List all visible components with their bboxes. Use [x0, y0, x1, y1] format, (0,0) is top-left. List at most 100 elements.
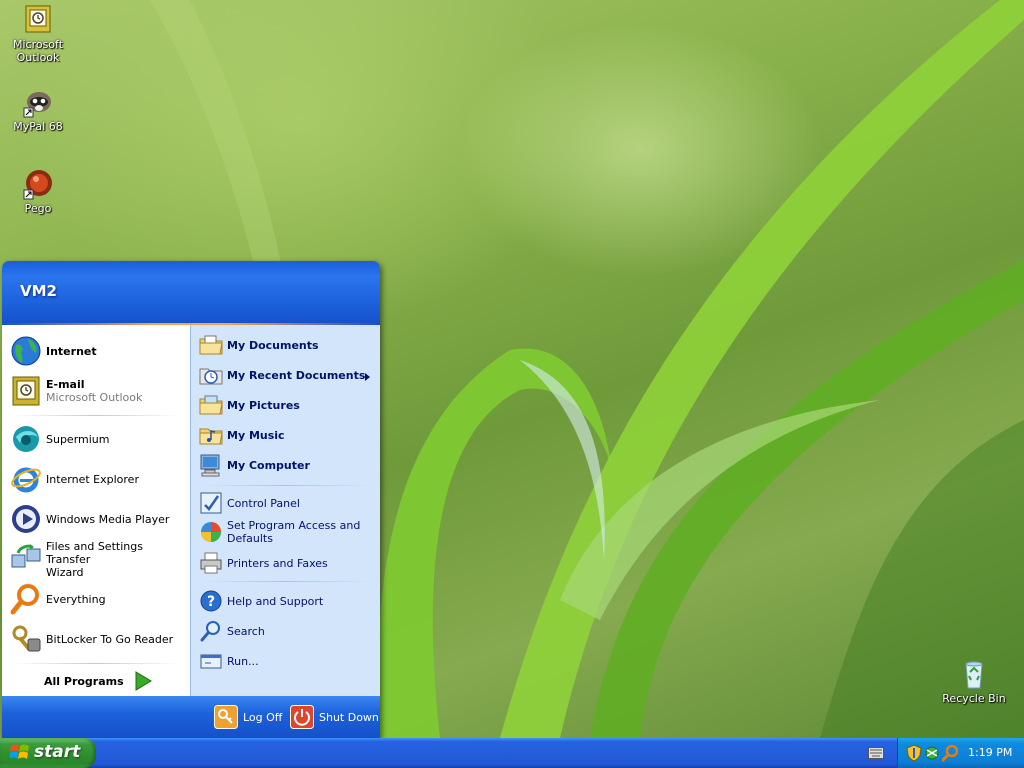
all-programs-label: All Programs	[44, 674, 124, 688]
menu-item-label: Control Panel	[227, 496, 300, 510]
menu-item-label: My Documents	[227, 338, 319, 352]
desktop-icon-pego[interactable]: Pego	[0, 168, 76, 215]
menu-item-internet[interactable]: Internet	[10, 333, 182, 369]
menu-item-control-panel[interactable]: Control Panel	[199, 491, 371, 515]
menu-item-search[interactable]: Search	[199, 619, 371, 643]
taskbar: start 1:19 PM	[0, 738, 1024, 768]
menu-item-windows-media-player[interactable]: Windows Media Player	[10, 501, 182, 537]
menu-item-my-recent-documents[interactable]: My Recent Documents	[199, 363, 371, 387]
desktop-icon-mypal[interactable]: MyPal 68	[0, 86, 76, 133]
menu-item-internet-explorer[interactable]: Internet Explorer	[10, 461, 182, 497]
menu-item-label: Internet Explorer	[46, 472, 139, 486]
desktop-icon-label: Pego	[24, 202, 52, 215]
clock[interactable]: 1:19 PM	[968, 746, 1012, 759]
folder-documents-icon	[199, 333, 223, 357]
divider	[201, 485, 371, 486]
transfer-wizard-icon	[10, 543, 42, 575]
start-label: start	[34, 742, 81, 762]
pego-icon	[22, 168, 54, 200]
desktop-icon-label: MyPal 68	[13, 120, 63, 133]
menu-item-label: Windows Media Player	[46, 512, 170, 526]
menu-item-my-documents[interactable]: My Documents	[199, 333, 371, 357]
menu-item-sublabel: Microsoft Outlook	[46, 391, 143, 404]
menu-item-bitlocker-reader[interactable]: BitLocker To Go Reader	[10, 621, 182, 657]
user-name: VM2	[20, 282, 57, 300]
everything-tray-icon[interactable]	[941, 744, 959, 762]
divider	[201, 581, 371, 582]
menu-item-email[interactable]: E-mail Microsoft Outlook	[10, 373, 182, 409]
shut-down-label: Shut Down	[319, 710, 379, 724]
menu-item-label: My Computer	[227, 458, 310, 472]
menu-item-label: Wizard	[46, 565, 84, 579]
ie-icon	[10, 463, 42, 495]
folder-pictures-icon	[199, 393, 223, 417]
desktop-icon-recycle-bin[interactable]: Recycle Bin	[936, 658, 1012, 705]
menu-item-supermium[interactable]: Supermium	[10, 421, 182, 457]
menu-item-label: BitLocker To Go Reader	[46, 632, 174, 646]
menu-item-my-computer[interactable]: My Computer	[199, 453, 371, 477]
system-tray: 1:19 PM	[897, 738, 1024, 768]
menu-item-help-support[interactable]: ? Help and Support	[199, 589, 371, 613]
run-icon	[199, 649, 223, 673]
menu-item-label: Search	[227, 624, 265, 638]
network-icon[interactable]	[924, 744, 940, 762]
desktop-icon-outlook[interactable]: Microsoft Outlook	[0, 4, 76, 64]
desktop-icon-label: Microsoft	[12, 38, 64, 51]
menu-item-my-pictures[interactable]: My Pictures	[199, 393, 371, 417]
submenu-arrow-icon	[365, 371, 371, 384]
menu-item-label: E-mail	[46, 378, 85, 391]
control-panel-icon	[199, 491, 223, 515]
menu-item-run[interactable]: Run...	[199, 649, 371, 673]
security-shield-icon[interactable]	[906, 744, 922, 762]
search-icon	[199, 619, 223, 643]
computer-icon	[199, 453, 223, 477]
menu-item-label: My Music	[227, 428, 285, 442]
start-menu-footer: Log Off Shut Down	[2, 696, 380, 738]
printer-icon	[199, 551, 223, 575]
start-menu-right-pane: My Documents My Recent Documents My Pict…	[191, 325, 380, 696]
mypal-icon	[22, 86, 54, 118]
desktop-icon-label: Recycle Bin	[942, 692, 1006, 705]
divider	[12, 415, 180, 416]
menu-item-files-settings-transfer[interactable]: Files and Settings Transfer Wizard	[10, 539, 182, 579]
bitlocker-icon	[10, 623, 42, 655]
recycle-bin-icon	[958, 658, 990, 690]
media-player-icon	[10, 503, 42, 535]
menu-item-label: Files and Settings Transfer	[46, 539, 143, 566]
supermium-icon	[10, 423, 42, 455]
globe-icon	[10, 335, 42, 367]
log-off-button[interactable]: Log Off	[214, 704, 282, 730]
menu-item-label: My Recent Documents	[227, 368, 366, 382]
everything-search-icon	[10, 583, 42, 615]
help-icon: ?	[199, 589, 223, 613]
menu-item-label: Everything	[46, 592, 106, 606]
menu-item-label: Defaults	[227, 532, 273, 545]
start-menu-header: VM2	[2, 261, 380, 325]
divider	[12, 663, 180, 664]
start-button[interactable]: start	[0, 738, 96, 768]
program-access-icon	[199, 520, 223, 544]
menu-item-label: My Pictures	[227, 398, 300, 412]
menu-item-label: Help and Support	[227, 594, 324, 608]
menu-item-label: Internet	[46, 344, 97, 358]
windows-logo-icon	[9, 744, 30, 762]
folder-music-icon	[199, 423, 223, 447]
shut-down-button[interactable]: Shut Down	[290, 704, 379, 730]
start-menu-left-pane: Internet E-mail Microsoft Outlook Superm…	[2, 325, 191, 696]
power-icon	[290, 705, 314, 729]
all-programs-button[interactable]: All Programs	[44, 669, 154, 693]
menu-item-printers-faxes[interactable]: Printers and Faxes	[199, 551, 371, 575]
outlook-icon	[22, 4, 54, 36]
outlook-icon	[10, 375, 42, 407]
menu-item-label: Run...	[227, 654, 259, 668]
menu-item-label: Set Program Access and	[227, 519, 361, 532]
keyboard-icon[interactable]	[868, 747, 884, 759]
svg-text:?: ?	[207, 594, 215, 610]
key-icon	[214, 705, 238, 729]
menu-item-everything[interactable]: Everything	[10, 581, 182, 617]
menu-item-label: Supermium	[46, 432, 110, 446]
menu-item-my-music[interactable]: My Music	[199, 423, 371, 447]
start-menu: VM2 Internet E-mail Microsoft Outlook Su…	[2, 261, 380, 738]
menu-item-program-access[interactable]: Set Program Access and Defaults	[199, 519, 371, 545]
recent-documents-icon	[199, 363, 223, 387]
